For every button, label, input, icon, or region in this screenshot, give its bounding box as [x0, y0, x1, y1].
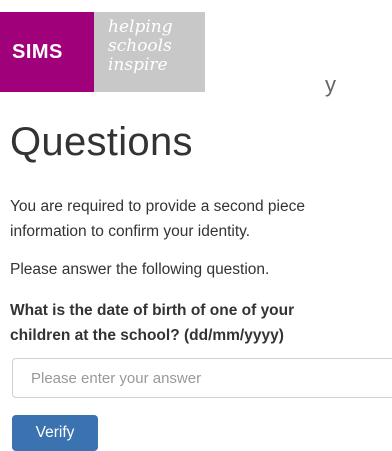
- sims-logo-block: SIMS: [0, 12, 94, 92]
- verify-button[interactable]: Verify: [12, 415, 98, 451]
- tagline-line: inspire: [108, 55, 168, 75]
- page-title: Questions: [10, 120, 193, 164]
- sims-logo-text: SIMS: [12, 40, 63, 63]
- brand-tagline: helping schools inspire: [94, 12, 205, 92]
- sims-logo: SIMS helping schools inspire: [0, 12, 205, 92]
- question-line: children at the school? (dd/mm/yyyy): [10, 327, 284, 344]
- answer-input[interactable]: [12, 358, 392, 398]
- intro-line: You are required to provide a second pie…: [10, 198, 305, 215]
- tagline-line: schools: [108, 36, 172, 56]
- question-line: What is the date of birth of one of your: [10, 302, 295, 319]
- instruction-text: Please answer the following question.: [10, 261, 270, 278]
- intro-text: You are required to provide a second pie…: [10, 194, 392, 244]
- cut-off-heading-fragment: y: [325, 72, 336, 97]
- intro-line: information to confirm your identity.: [10, 223, 251, 240]
- security-question: What is the date of birth of one of your…: [10, 298, 294, 348]
- tagline-line: helping: [108, 17, 173, 37]
